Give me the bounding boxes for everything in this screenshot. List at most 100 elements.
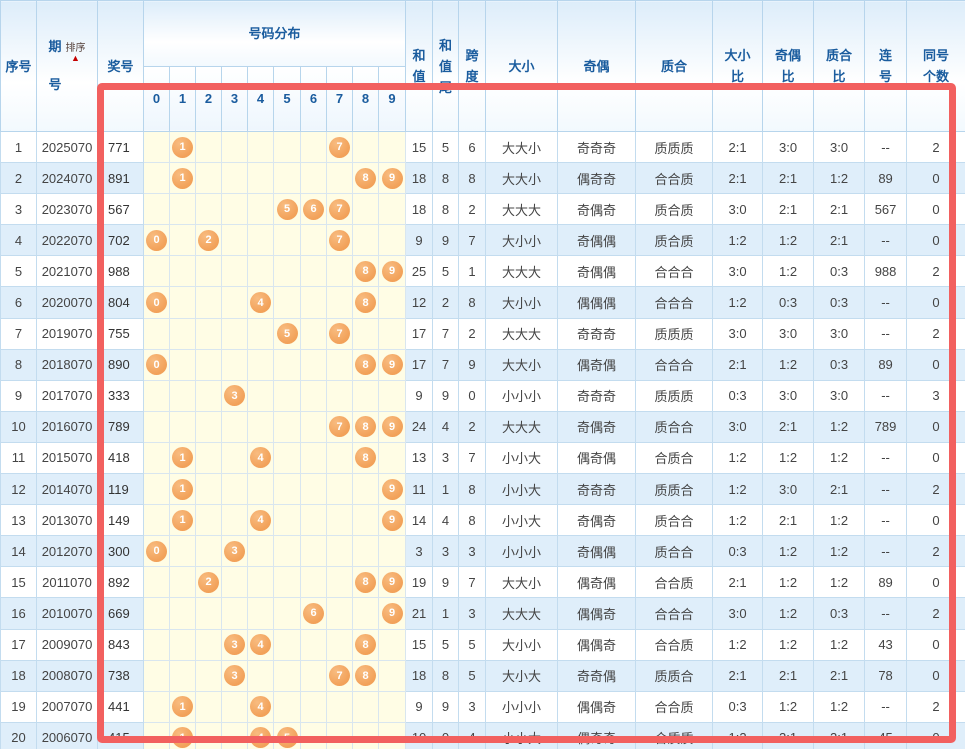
cell-size-ratio: 0:3 [713,691,763,722]
cell-same-count: 0 [907,349,965,380]
cell-span: 9 [459,349,486,380]
cell-prime: 合合合 [636,256,713,287]
cell-size-ratio: 2:1 [713,660,763,691]
cell-consecutive: -- [865,380,907,411]
cell-digit-0 [144,132,170,163]
cell-size: 大大大 [486,256,558,287]
table-row: 320230705675671882大大大奇偶奇质合质3:02:12:15670 [1,194,965,225]
cell-digit-4: 4 [248,442,274,473]
cell-digit-0 [144,660,170,691]
cell-sum-tail: 9 [433,567,459,598]
table-row: 620200708040481228大小小偶偶偶合合合1:20:30:3--0 [1,287,965,318]
cell-digit-5 [274,536,301,567]
table-row: 1120150704181481337小小大偶奇偶合质合1:21:21:2--0 [1,442,965,473]
cell-span: 7 [459,442,486,473]
cell-consecutive: -- [865,225,907,256]
cell-digit-0 [144,598,170,629]
cell-digit-6 [301,256,327,287]
cell-digit-4 [248,225,274,256]
cell-parity-ratio: 1:2 [763,536,814,567]
cell-digit-1 [170,536,196,567]
cell-sum-tail: 1 [433,598,459,629]
cell-sum: 15 [406,629,433,660]
cell-size-ratio: 3:0 [713,194,763,225]
lottery-trend-page: 序号 期 号 排序 ▲ 奖号 号码分布 和 值 和 值 尾 跨 度 大小 奇 [0,0,965,749]
cell-size-ratio: 2:1 [713,567,763,598]
cell-span: 7 [459,567,486,598]
number-ball-9: 9 [382,572,403,593]
table-row: 19200707044114993小小小偶偶奇合合质0:31:21:2--2 [1,691,965,722]
cell-digit-1: 1 [170,474,196,505]
cell-digit-3 [222,132,248,163]
cell-digit-0 [144,380,170,411]
cell-issue: 2012070 [37,536,98,567]
cell-digit-2 [196,691,222,722]
col-header-same-count: 同号 个数 [907,1,965,132]
cell-same-count: 2 [907,598,965,629]
cell-digit-1: 1 [170,163,196,194]
cell-digit-9 [379,318,406,349]
cell-digit-0 [144,474,170,505]
cell-digit-4 [248,132,274,163]
cell-digit-2 [196,380,222,411]
table-header: 序号 期 号 排序 ▲ 奖号 号码分布 和 值 和 值 尾 跨 度 大小 奇 [1,1,965,132]
cell-sum: 9 [406,691,433,722]
number-ball-8: 8 [355,416,376,437]
cell-digit-3 [222,567,248,598]
cell-digit-9: 9 [379,474,406,505]
number-ball-7: 7 [329,199,350,220]
cell-digit-6 [301,505,327,536]
cell-index: 20 [1,722,37,749]
cell-digit-9 [379,225,406,256]
number-ball-7: 7 [329,665,350,686]
cell-digit-8 [353,380,379,411]
number-ball-6: 6 [303,603,324,624]
cell-parity-ratio: 2:1 [763,194,814,225]
cell-sum-tail: 5 [433,629,459,660]
cell-size-ratio: 1:2 [713,505,763,536]
number-ball-2: 2 [198,230,219,251]
cell-digit-8: 8 [353,629,379,660]
cell-digit-3 [222,194,248,225]
number-ball-3: 3 [224,541,245,562]
cell-prime: 合合合 [636,349,713,380]
cell-parity-ratio: 1:2 [763,598,814,629]
cell-digit-3: 3 [222,380,248,411]
cell-digit-2 [196,474,222,505]
cell-prime: 合质合 [636,442,713,473]
cell-digit-5 [274,380,301,411]
cell-digit-9: 9 [379,505,406,536]
cell-digit-9 [379,536,406,567]
cell-parity-ratio: 1:2 [763,349,814,380]
cell-issue: 2025070 [37,132,98,163]
number-ball-9: 9 [382,416,403,437]
cell-sum: 12 [406,287,433,318]
sort-control[interactable]: 排序 ▲ [66,43,86,63]
cell-prime-ratio: 3:0 [814,380,865,411]
cell-sum: 3 [406,536,433,567]
cell-digit-0 [144,567,170,598]
cell-parity-ratio: 1:2 [763,442,814,473]
cell-digit-6 [301,380,327,411]
number-ball-1: 1 [172,447,193,468]
cell-prime-ratio: 0:3 [814,287,865,318]
cell-size-ratio: 1:2 [713,629,763,660]
cell-sum-tail: 8 [433,660,459,691]
cell-size: 小小大 [486,442,558,473]
cell-digit-5 [274,163,301,194]
cell-digit-2 [196,349,222,380]
cell-index: 5 [1,256,37,287]
cell-consecutive: -- [865,598,907,629]
cell-prime-ratio: 1:2 [814,691,865,722]
cell-same-count: 0 [907,163,965,194]
cell-consecutive: 89 [865,163,907,194]
cell-index: 11 [1,442,37,473]
cell-issue: 2009070 [37,629,98,660]
cell-digit-7: 7 [327,132,353,163]
cell-digit-8: 8 [353,163,379,194]
col-header-digit-9: 9 [379,66,406,132]
number-ball-6: 6 [303,199,324,220]
trend-table: 序号 期 号 排序 ▲ 奖号 号码分布 和 值 和 值 尾 跨 度 大小 奇 [0,0,965,749]
col-header-digit-5: 5 [274,66,301,132]
cell-consecutive: -- [865,318,907,349]
